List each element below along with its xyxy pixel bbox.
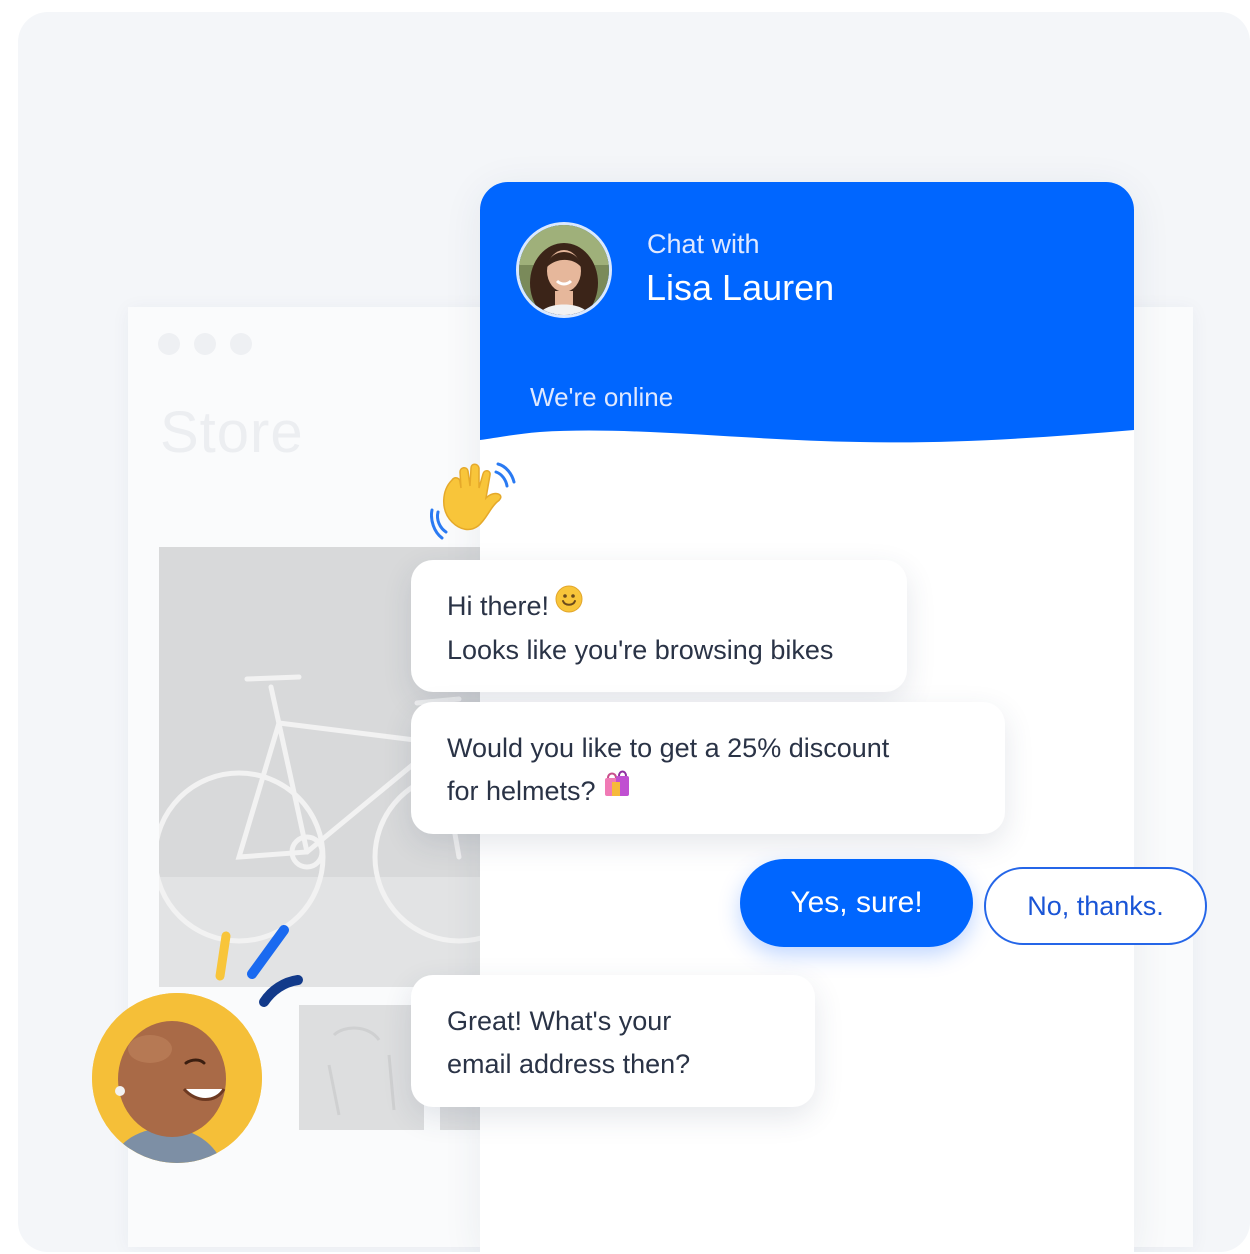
message-text: Looks like you're browsing bikes: [447, 635, 834, 666]
chat-header: Chat with Lisa Lauren We're online: [480, 182, 1134, 457]
message-text: email address then?: [447, 1049, 691, 1079]
message-text: Hi there!: [447, 591, 550, 621]
sparkle-decoration-icon: [215, 925, 303, 1007]
product-thumbnail: [299, 1005, 424, 1130]
visitor-avatar: [92, 993, 262, 1163]
yes-sure-button[interactable]: Yes, sure!: [740, 859, 973, 947]
no-thanks-button[interactable]: No, thanks.: [984, 867, 1207, 945]
chat-message: Would you like to get a 25% discount for…: [411, 702, 1005, 834]
shopping-bags-icon: [602, 768, 632, 811]
chat-message: Great! What's your email address then?: [411, 975, 815, 1107]
message-text: for helmets?: [447, 776, 596, 806]
online-status: We're online: [530, 382, 674, 412]
chat-intro-label: Chat with: [647, 229, 760, 259]
store-title: Store: [160, 400, 304, 465]
message-text: Great! What's your: [447, 1006, 672, 1036]
agent-name: Lisa Lauren: [646, 267, 835, 308]
chat-message: Hi there! Looks like you're browsing bik…: [411, 560, 907, 692]
waving-hand-icon: [430, 462, 516, 540]
window-dot: [230, 333, 252, 355]
window-dot: [194, 333, 216, 355]
message-text: Would you like to get a 25% discount: [447, 733, 890, 763]
window-dot: [158, 333, 180, 355]
smiling-face-icon: [555, 583, 583, 626]
agent-avatar: [516, 222, 612, 318]
window-controls: [158, 333, 252, 355]
